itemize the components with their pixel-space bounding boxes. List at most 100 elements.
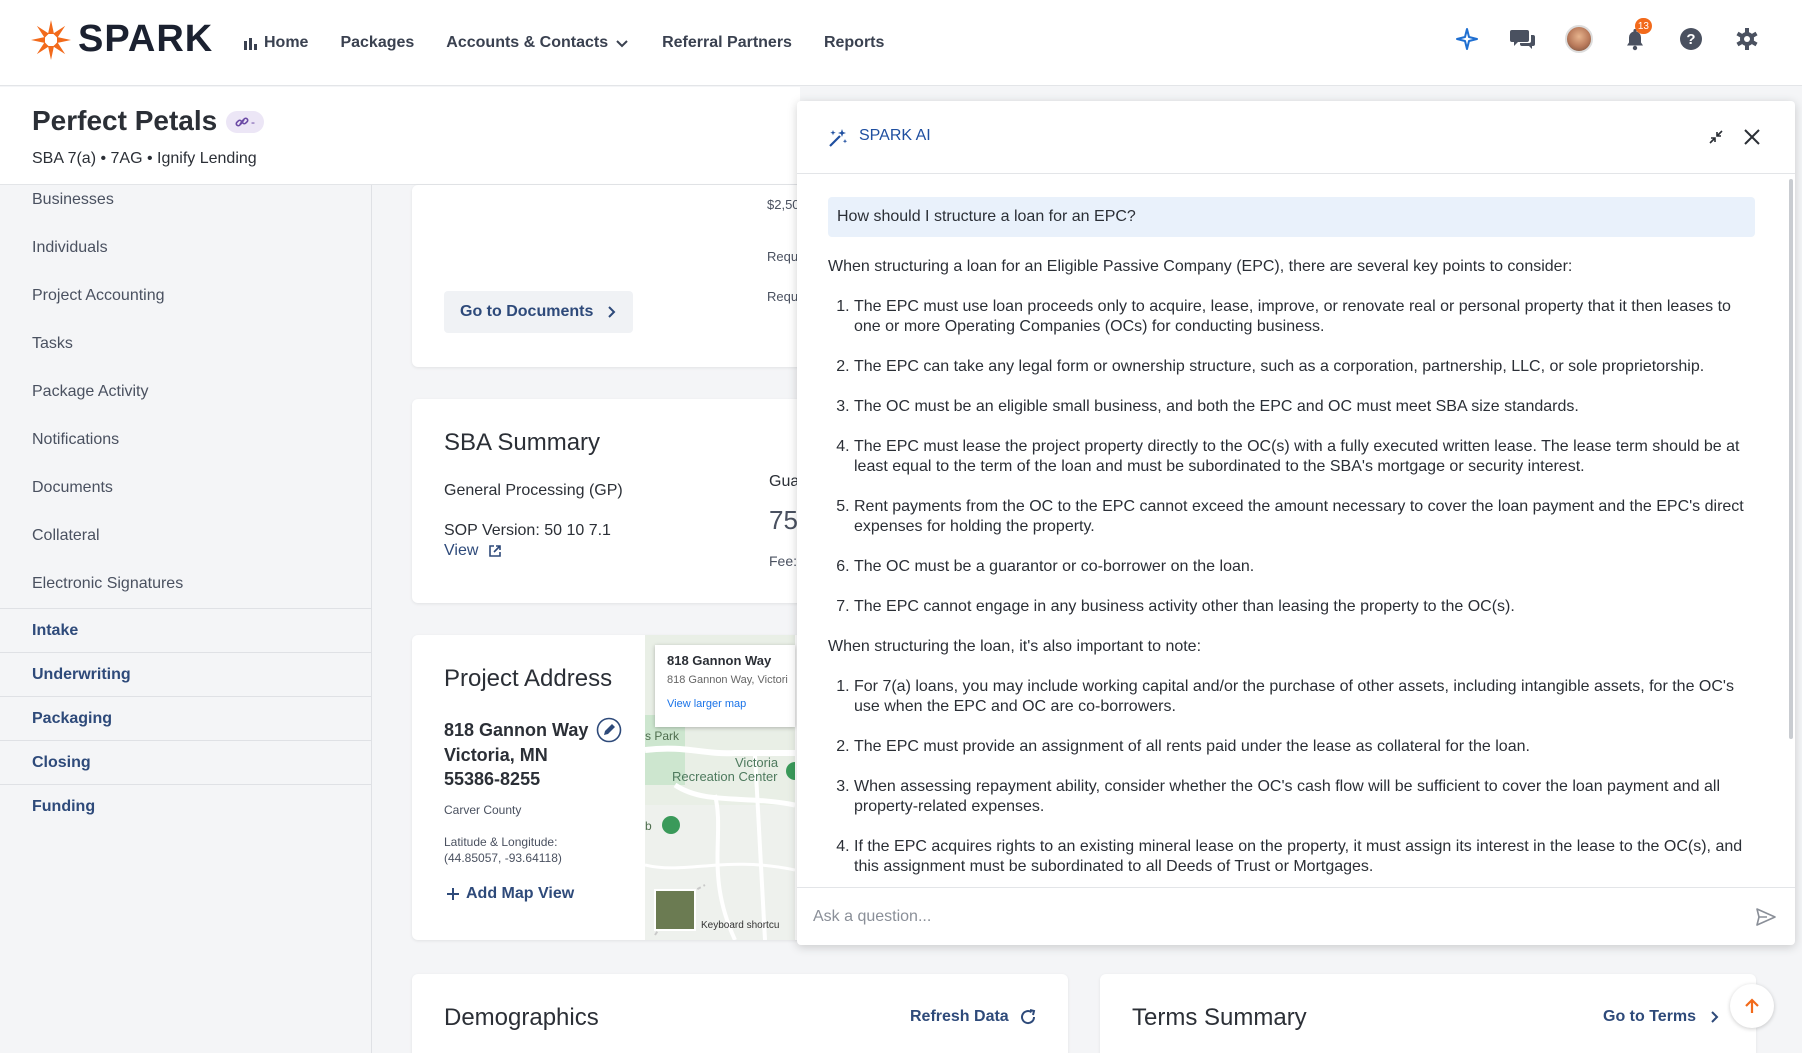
list-item: If the EPC acquires rights to an existin…: [854, 837, 1755, 877]
close-icon[interactable]: [1743, 128, 1761, 146]
sba-view-link[interactable]: View: [444, 542, 502, 560]
user-avatar-button[interactable]: [1564, 24, 1594, 54]
map-label-b: b: [645, 819, 652, 833]
spark-logo[interactable]: SPARK: [30, 18, 213, 61]
edit-pencil-icon[interactable]: [596, 717, 622, 743]
documents-card: Go to Documents $2,50 Requ Requ: [412, 185, 812, 367]
arrow-up-icon: [1745, 998, 1759, 1013]
settings-button[interactable]: [1732, 24, 1762, 54]
notification-count-badge: 13: [1634, 18, 1652, 34]
gear-icon: [1736, 28, 1758, 50]
notifications-button[interactable]: 13: [1620, 18, 1652, 54]
sidebar-section-underwriting[interactable]: Underwriting: [0, 652, 371, 696]
ai-answer-list-1: The EPC must use loan proceeds only to a…: [828, 297, 1755, 617]
map-label-rec-1: Victoria: [735, 755, 779, 770]
collapse-icon[interactable]: [1708, 129, 1724, 145]
sunburst-logo-icon: [31, 19, 71, 60]
sidebar-item-package-activity[interactable]: Package Activity: [32, 383, 149, 401]
sidebar-section-intake[interactable]: Intake: [0, 608, 371, 652]
send-icon[interactable]: [1755, 907, 1777, 927]
sidebar-item-collateral[interactable]: Collateral: [32, 527, 100, 545]
address-county: Carver County: [444, 803, 522, 817]
link-chip[interactable]: -: [226, 111, 264, 133]
ai-scrollbar[interactable]: [1789, 179, 1793, 739]
help-button[interactable]: ?: [1676, 24, 1706, 54]
refresh-data-label: Refresh Data: [910, 1008, 1009, 1025]
sidebar-item-businesses[interactable]: Businesses: [32, 191, 114, 209]
sba-processing: General Processing (GP): [444, 482, 623, 499]
chevron-down-icon: [616, 40, 628, 48]
latlng-value: (44.85057, -93.64118): [444, 851, 562, 865]
sidebar-section-closing[interactable]: Closing: [0, 740, 371, 784]
demographics-card: Demographics Refresh Data: [412, 974, 1068, 1053]
refresh-data-button[interactable]: Refresh Data: [910, 1008, 1037, 1026]
go-to-terms-button[interactable]: Go to Terms: [1603, 1008, 1720, 1026]
nav-referral-partners[interactable]: Referral Partners: [662, 34, 792, 52]
help-circle-icon: ?: [1680, 28, 1702, 50]
chat-bubbles-icon: [1510, 30, 1535, 49]
map-label-park: s Park: [645, 729, 680, 743]
bar-chart-icon: [244, 38, 257, 50]
address-block: 818 Gannon Way Victoria, MN 55386-8255: [444, 717, 622, 791]
svg-text:?: ?: [1686, 31, 1695, 48]
magic-wand-icon: [829, 129, 848, 147]
sidebar-item-individuals[interactable]: Individuals: [32, 239, 108, 257]
page-title: Perfect Petals: [32, 105, 218, 136]
chat-button[interactable]: [1508, 24, 1538, 54]
sidebar-item-project-accounting[interactable]: Project Accounting: [32, 287, 165, 305]
ai-answer-list-2: For 7(a) loans, you may include working …: [828, 677, 1755, 877]
nav-reports-label: Reports: [823, 34, 885, 51]
spark-ai-panel: SPARK AI How should I structure a loan f…: [797, 101, 1795, 945]
link-chip-text: -: [251, 115, 255, 129]
address-city: Victoria, MN: [444, 745, 548, 765]
sidebar-section-funding[interactable]: Funding: [0, 784, 371, 828]
go-to-documents-button[interactable]: Go to Documents: [444, 291, 634, 333]
sba-partial-fee: Fee:: [769, 553, 798, 569]
add-map-view-label: Add Map View: [466, 885, 575, 902]
chevron-right-icon: [608, 306, 616, 318]
map-view-larger-link[interactable]: View larger map: [667, 698, 783, 710]
sba-partial-value: 75: [769, 505, 798, 535]
list-item: The EPC can take any legal form or owner…: [854, 357, 1755, 377]
map-label-rec-2: Recreation Center: [672, 769, 778, 784]
main-nav: Home Packages Accounts & Contacts Referr…: [242, 0, 884, 86]
sidebar-item-tasks[interactable]: Tasks: [32, 335, 73, 353]
add-map-view-button[interactable]: Add Map View: [446, 885, 574, 903]
link-icon: [235, 117, 249, 127]
go-to-terms-label: Go to Terms: [1603, 1008, 1697, 1025]
logo-text: SPARK: [78, 18, 214, 60]
address-street-row: 818 Gannon Way: [444, 717, 622, 743]
ai-panel-header: SPARK AI: [797, 101, 1795, 174]
sidebar-item-electronic-signatures[interactable]: Electronic Signatures: [32, 575, 183, 593]
sba-sop-version: SOP Version: 50 10 7.1: [444, 522, 611, 539]
sba-partial-gua: Gua: [769, 473, 800, 490]
ai-sparkle-button[interactable]: [1452, 24, 1482, 54]
sidebar-item-notifications[interactable]: Notifications: [32, 431, 119, 449]
ask-question-input[interactable]: [813, 907, 1713, 926]
nav-packages-label: Packages: [340, 34, 415, 51]
map-keyboard-shortcuts[interactable]: Keyboard shortcu: [701, 920, 779, 931]
ai-input-bar: [797, 887, 1795, 945]
sidebar-section-packaging[interactable]: Packaging: [0, 696, 371, 740]
sparkle-icon: [1456, 28, 1478, 50]
nav-reports[interactable]: Reports: [824, 34, 884, 52]
nav-actions: 13 ?: [1452, 18, 1762, 54]
nav-referral-label: Referral Partners: [662, 34, 792, 51]
ai-conversation: How should I structure a loan for an EPC…: [797, 175, 1785, 887]
avatar: [1565, 25, 1593, 53]
nav-accounts-contacts[interactable]: Accounts & Contacts: [446, 34, 630, 52]
map-info-title: 818 Gannon Way: [667, 653, 772, 668]
list-item: The EPC must provide an assignment of al…: [854, 737, 1755, 757]
map-info-sub: 818 Gannon Way, Victori: [667, 674, 788, 686]
list-item: The EPC must use loan proceeds only to a…: [854, 297, 1755, 337]
documents-partial-amount: $2,50: [767, 197, 800, 212]
page-subtitle: SBA 7(a) • 7AG • Ignify Lending: [32, 150, 257, 167]
external-link-icon: [489, 545, 502, 557]
go-to-documents-label: Go to Documents: [460, 303, 594, 320]
list-item: The OC must be an eligible small busines…: [854, 397, 1755, 417]
nav-home[interactable]: Home: [242, 34, 308, 52]
scroll-to-top-button[interactable]: [1730, 984, 1774, 1028]
sba-summary-title: SBA Summary: [444, 429, 601, 456]
sidebar-item-documents[interactable]: Documents: [32, 479, 113, 497]
nav-packages[interactable]: Packages: [340, 34, 414, 52]
